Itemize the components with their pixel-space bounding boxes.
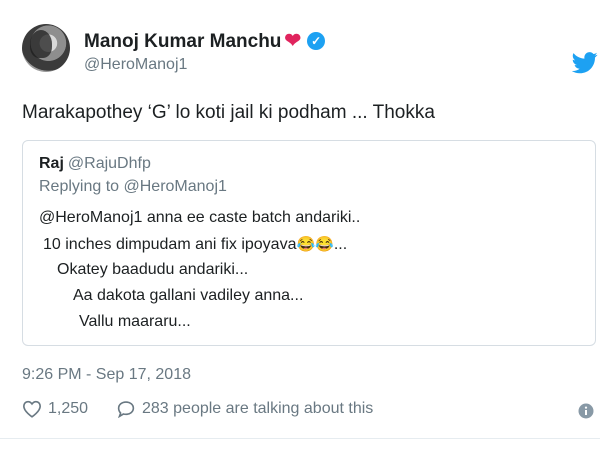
replying-to: Replying to @HeroManoj1 [39, 178, 227, 195]
laughing-emoji: 😂😂 [296, 236, 334, 253]
info-icon[interactable] [578, 403, 594, 419]
author-name[interactable]: Manoj Kumar Manchu [84, 31, 281, 52]
quoted-line-1: @HeroManoj1 anna ee caste batch andariki… [39, 209, 361, 226]
like-count: 1,250 [48, 400, 89, 417]
twitter-bird-icon[interactable] [572, 52, 598, 74]
quoted-author-handle: @RajuDhfp [67, 155, 151, 172]
tweet-text: Marakapothey ‘G’ lo koti jail ki podham … [22, 102, 435, 123]
talking-count: 283 people are talking about this [142, 400, 374, 417]
quoted-tweet[interactable]: Raj @RajuDhfp Replying to @HeroManoj1 @He… [22, 140, 596, 346]
quoted-line-2-text: 10 inches dimpudam ani fix ipoyava [43, 236, 297, 253]
timestamp[interactable]: 9:26 PM - Sep 17, 2018 [22, 366, 191, 384]
heart-emoji: ❤ [284, 30, 302, 52]
quoted-author: Raj @RajuDhfp [39, 155, 151, 173]
heart-outline-icon [22, 400, 42, 418]
quoted-line-2: 10 inches dimpudam ani fix ipoyava😂😂... [43, 235, 347, 254]
tweet-actions: 1,250 283 people are talking about this [22, 400, 600, 426]
avatar[interactable] [22, 24, 70, 72]
tweet-header: Manoj Kumar Manchu ❤ ✓ @HeroManoj1 [22, 24, 598, 80]
author-handle[interactable]: @HeroManoj1 [84, 56, 187, 74]
quoted-line-4: Aa dakota gallani vadiley anna... [73, 287, 304, 304]
quoted-line-5: Vallu maararu... [79, 313, 191, 330]
divider [0, 438, 600, 439]
verified-badge-icon: ✓ [307, 32, 326, 50]
quoted-author-name: Raj [39, 155, 64, 172]
author-name-row[interactable]: Manoj Kumar Manchu ❤ ✓ [84, 28, 326, 53]
like-button[interactable]: 1,250 [22, 400, 88, 418]
speech-bubble-icon [117, 401, 135, 418]
quoted-line-2-suffix: ... [333, 236, 348, 253]
conversation-button[interactable]: 283 people are talking about this [116, 400, 373, 418]
quoted-line-3: Okatey baadudu andariki... [57, 261, 249, 278]
